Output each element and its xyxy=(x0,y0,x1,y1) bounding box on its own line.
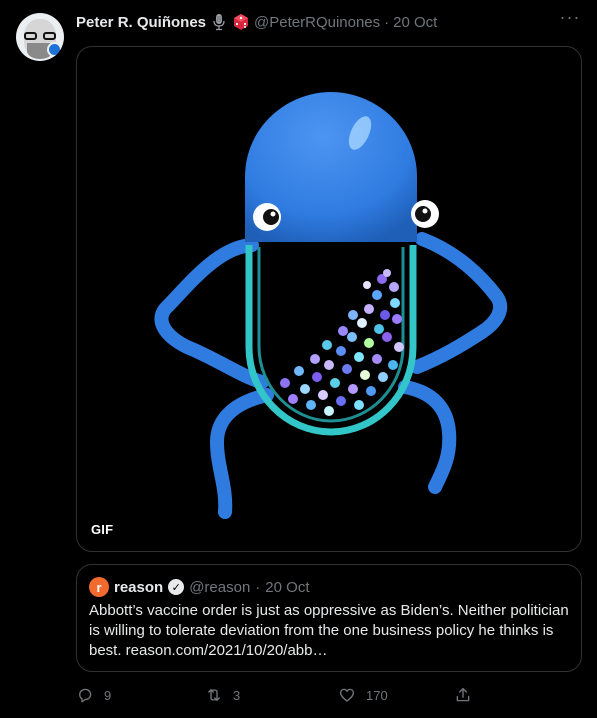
reply-count: 9 xyxy=(104,687,112,703)
header-separator: · xyxy=(384,13,390,31)
microphone-emoji-icon xyxy=(213,14,225,31)
reply-icon xyxy=(79,688,92,703)
avatar-glasses xyxy=(24,32,56,40)
retweet-count: 3 xyxy=(233,687,241,703)
more-options-icon[interactable]: ··· xyxy=(559,8,581,32)
tweet-actions: 9 3 170 xyxy=(76,683,496,707)
quoted-tweet[interactable]: r reason ✓ @reason · 20 Oct Abbott’s vac… xyxy=(76,564,582,672)
tweet-header: Peter R. Quiñones @PeterRQuinones · 20 O… xyxy=(76,12,437,32)
dice-emoji-icon xyxy=(234,14,249,30)
retweet-button[interactable]: 3 xyxy=(205,683,240,707)
author-handle[interactable]: @PeterRQuinones xyxy=(254,14,380,31)
gif-badge: GIF xyxy=(91,522,114,537)
verified-badge-icon: ✓ xyxy=(168,579,185,595)
share-icon xyxy=(456,687,470,702)
reply-button[interactable]: 9 xyxy=(76,683,111,707)
retweet-icon xyxy=(208,689,220,701)
avatar-badge-icon xyxy=(47,42,62,57)
pill-character-illustration xyxy=(154,92,508,519)
gif-media[interactable]: GIF xyxy=(76,46,582,552)
quote-date[interactable]: 20 Oct xyxy=(265,579,309,596)
quote-author-handle[interactable]: @reason xyxy=(189,579,250,596)
author-name[interactable]: Peter R. Quiñones xyxy=(76,14,206,31)
share-button[interactable] xyxy=(454,683,472,707)
heart-icon xyxy=(339,688,355,702)
quote-author-name[interactable]: reason xyxy=(114,579,163,596)
like-button[interactable]: 170 xyxy=(338,683,388,707)
quote-separator: · xyxy=(255,578,261,596)
tweet-date[interactable]: 20 Oct xyxy=(393,14,437,31)
like-count: 170 xyxy=(366,687,388,703)
reason-logo-icon: r xyxy=(89,577,109,597)
quote-text: Abbott’s vaccine order is just as oppres… xyxy=(89,602,569,659)
avatar[interactable] xyxy=(16,13,64,61)
